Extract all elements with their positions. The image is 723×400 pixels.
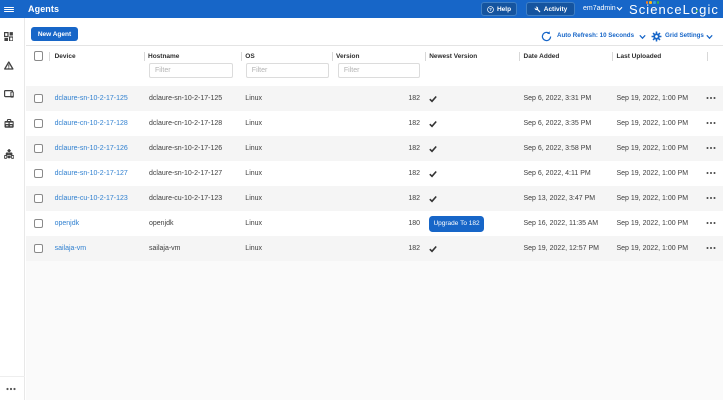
svg-text:?: ? <box>489 7 492 12</box>
